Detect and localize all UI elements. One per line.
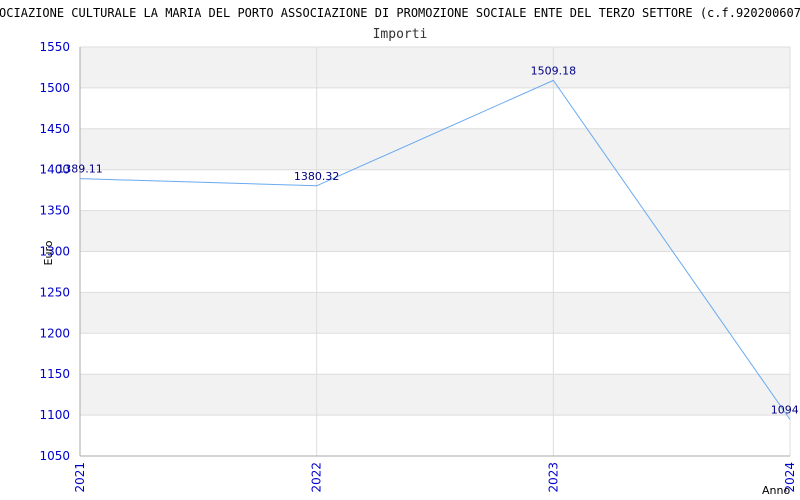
plot-band xyxy=(80,374,790,416)
y-tick-label: 1200 xyxy=(39,326,70,340)
plot-band xyxy=(80,210,790,252)
y-tick-label: 1150 xyxy=(39,367,70,381)
y-tick-label: 1550 xyxy=(39,40,70,54)
data-point-label: 1509.18 xyxy=(531,64,577,77)
y-tick-label: 1250 xyxy=(39,285,70,299)
y-tick-label: 1450 xyxy=(39,122,70,136)
x-tick-label: 2023 xyxy=(546,462,560,493)
plot-band xyxy=(80,128,790,170)
line-chart: 1050110011501200125013001350140014501500… xyxy=(0,6,800,497)
data-point-label: 1380.32 xyxy=(294,170,340,183)
chart-page: 1050 1100 1150 1200 1250 1300 1350 1400 1450 1500… xyxy=(0,0,800,500)
plot-bands xyxy=(80,47,790,416)
plot-band xyxy=(80,47,790,88)
chart-title: ASSOCIAZIONE CULTURALE LA MARIA DEL PORT… xyxy=(0,6,800,20)
y-tick-label: 1100 xyxy=(39,408,70,422)
x-tick-label: 2022 xyxy=(310,462,324,493)
y-tick-label: 1350 xyxy=(39,204,70,218)
y-tick-label: 1500 xyxy=(39,81,70,95)
y-tick-label: 1050 xyxy=(39,449,70,463)
x-tick-label: 2021 xyxy=(73,462,87,493)
plot-band xyxy=(80,292,790,334)
chart-subtitle: Importi xyxy=(373,27,428,42)
y-axis-label: Euro xyxy=(42,240,55,265)
x-tick-labels: 2021 2022 2023 2024 xyxy=(73,462,797,493)
data-point-label: 1094.6 xyxy=(771,404,800,417)
x-axis-label: Anno xyxy=(762,484,790,497)
data-point-label: 1389.11 xyxy=(57,163,103,176)
